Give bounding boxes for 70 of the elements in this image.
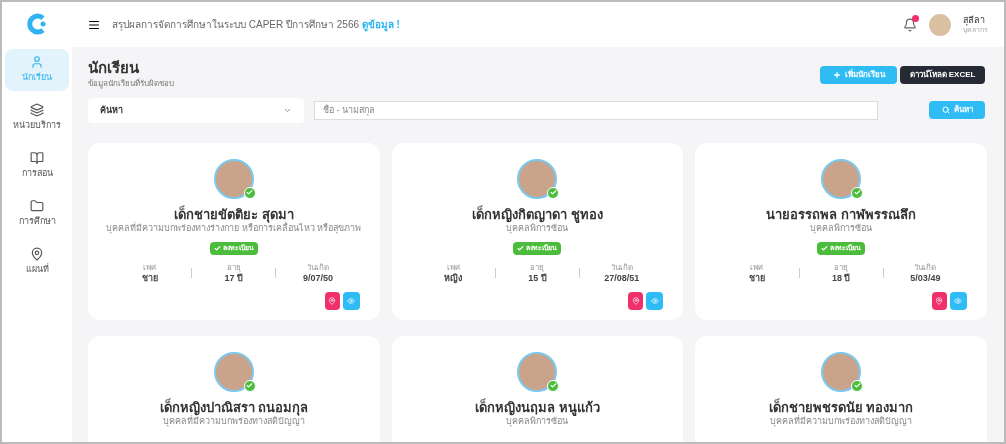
layers-icon <box>30 103 44 118</box>
student-description: บุคคลที่มีความบกพร่องทางสติปัญญา <box>770 416 913 428</box>
announcement-text: สรุปผลการจัดการศึกษาในระบบ CAPER ปีการศึกษา 2566 ดูข้อมูล ! <box>112 18 400 32</box>
stat-label: วันเกิด <box>307 262 330 273</box>
stat-label: เพศ <box>446 262 460 273</box>
location-button[interactable] <box>628 292 644 310</box>
stat-label: อายุ <box>834 262 849 273</box>
student-name: เด็กหญิงนฤมล หนูแก้ว <box>475 399 600 416</box>
eye-icon <box>954 297 963 305</box>
stat-value: ชาย <box>141 272 158 284</box>
sidebar-item[interactable]: แผนที่ <box>5 241 69 283</box>
page-title: นักเรียน <box>88 59 140 78</box>
plus-icon <box>832 71 841 79</box>
page-subtitle: ข้อมูลนักเรียนที่รับผิดชอบ <box>88 77 174 90</box>
map-pin-icon <box>935 297 944 305</box>
avatar-photo-placeholder <box>517 158 558 199</box>
map-pin-icon <box>30 247 44 262</box>
search-select[interactable]: ค้นหา <box>88 97 304 123</box>
name-input-field[interactable]: ชื่อ - นามสกุล <box>314 100 878 120</box>
student-name: นายอรรถพล กาฬพรรณลึก <box>766 206 916 223</box>
student-name: เด็กชายขัตติยะ สุดมา <box>174 206 294 223</box>
user-name: สุลีลา <box>963 14 986 26</box>
download-excel-button[interactable]: ดาวน์โหลด EXCEL <box>900 66 985 84</box>
stat-value: 18 ปี <box>831 272 851 284</box>
avatar-photo-placeholder <box>821 158 862 199</box>
student-description: บุคคลที่มีความบกพร่องทางสติปัญญา <box>162 416 305 428</box>
student-name: เด็กชายพชรดนัย ทองมาก <box>768 399 914 415</box>
avatar-photo-placeholder <box>517 351 558 392</box>
student-description: บุคคลพิการซ้อน <box>506 416 569 428</box>
stat-label: วันเกิด <box>610 262 633 273</box>
sidebar-item[interactable]: หน่วยบริการ <box>5 97 69 139</box>
bell-icon[interactable] <box>903 17 917 32</box>
folder-icon <box>30 199 44 214</box>
stat-value: 17 ปี <box>224 272 244 284</box>
search-icon <box>941 106 950 115</box>
view-button[interactable] <box>950 292 967 310</box>
student-description: บุคคลพิการซ้อน <box>506 223 569 235</box>
book-icon <box>30 151 44 166</box>
avatar-photo-placeholder <box>821 351 862 392</box>
stat-label: เพศ <box>750 262 764 273</box>
map-pin-icon <box>631 297 640 305</box>
sidebar-item[interactable]: การศึกษา <box>5 193 69 235</box>
student-name: เด็กหญิงปาณิสรา ถนอมกุล <box>159 399 309 416</box>
stat-value: 15 ปี <box>528 272 547 284</box>
eye-icon <box>347 297 356 305</box>
stat-value: ชาย <box>748 272 765 284</box>
eye-icon <box>650 297 659 305</box>
logo-icon <box>26 13 48 35</box>
location-button[interactable] <box>324 292 340 310</box>
avatar-photo-placeholder <box>213 158 254 199</box>
location-button[interactable] <box>932 292 947 310</box>
stat-label: อายุ <box>226 262 241 273</box>
person-icon <box>30 55 44 70</box>
stat-value: 27/08/51 <box>604 272 640 284</box>
student-description: บุคคลที่มีความบกพร่องทางร่างกาย หรือการเคลื่อนไหว หรือสุขภาพ <box>106 223 362 235</box>
menu-icon[interactable] <box>88 18 100 31</box>
sidebar-item[interactable]: การสอน <box>5 145 69 187</box>
student-name: เด็กหญิงกิตญาดา ชูทอง <box>472 206 603 223</box>
stat-value: หญิง <box>444 272 463 284</box>
view-button[interactable] <box>342 292 360 310</box>
student-description: บุคคลพิการซ้อน <box>810 223 873 235</box>
stat-label: อายุ <box>530 262 545 273</box>
stat-label: วันเกิด <box>914 262 937 273</box>
map-pin-icon <box>328 297 337 305</box>
stat-value: 5/03/49 <box>910 272 941 284</box>
avatar-photo-placeholder <box>213 351 254 392</box>
stat-label: เพศ <box>143 262 157 273</box>
stat-value: 9/07/50 <box>303 272 334 284</box>
view-button[interactable] <box>646 292 664 310</box>
user-avatar[interactable] <box>929 13 951 36</box>
